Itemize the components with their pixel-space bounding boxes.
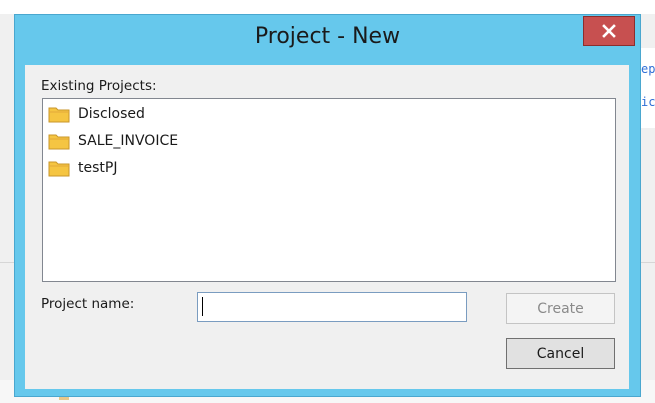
project-name-text: Disclosed xyxy=(78,106,145,122)
background-top-band xyxy=(0,0,655,14)
dialog-body: Existing Projects: Disclosed SALE_INVOIC… xyxy=(25,65,629,389)
list-item-project[interactable]: testPJ xyxy=(48,157,117,179)
list-item-project[interactable]: SALE_INVOICE xyxy=(48,130,178,152)
dialog-title: Project - New xyxy=(254,24,401,49)
close-icon xyxy=(602,24,616,38)
close-button[interactable] xyxy=(583,16,635,46)
new-project-dialog: Project - New Existing Projects: Disclos… xyxy=(14,14,641,397)
dialog-titlebar[interactable]: Project - New xyxy=(15,15,640,63)
project-name-text: SALE_INVOICE xyxy=(78,133,179,149)
folder-icon xyxy=(48,134,70,150)
text-caret xyxy=(202,297,203,316)
list-item-project[interactable]: Disclosed xyxy=(48,103,145,125)
project-name-text: testPJ xyxy=(78,160,118,176)
folder-icon xyxy=(48,107,70,123)
project-name-input[interactable] xyxy=(197,292,467,322)
cancel-button[interactable]: Cancel xyxy=(506,338,615,369)
existing-projects-list[interactable]: Disclosed SALE_INVOICE testPJ xyxy=(42,98,616,282)
existing-projects-label: Existing Projects: xyxy=(41,78,157,94)
folder-icon xyxy=(48,161,70,177)
project-name-label: Project name: xyxy=(41,296,135,312)
background-code-line: ep xyxy=(641,62,655,76)
create-button[interactable]: Create xyxy=(506,293,615,324)
background-code-line: ic xyxy=(641,95,655,109)
